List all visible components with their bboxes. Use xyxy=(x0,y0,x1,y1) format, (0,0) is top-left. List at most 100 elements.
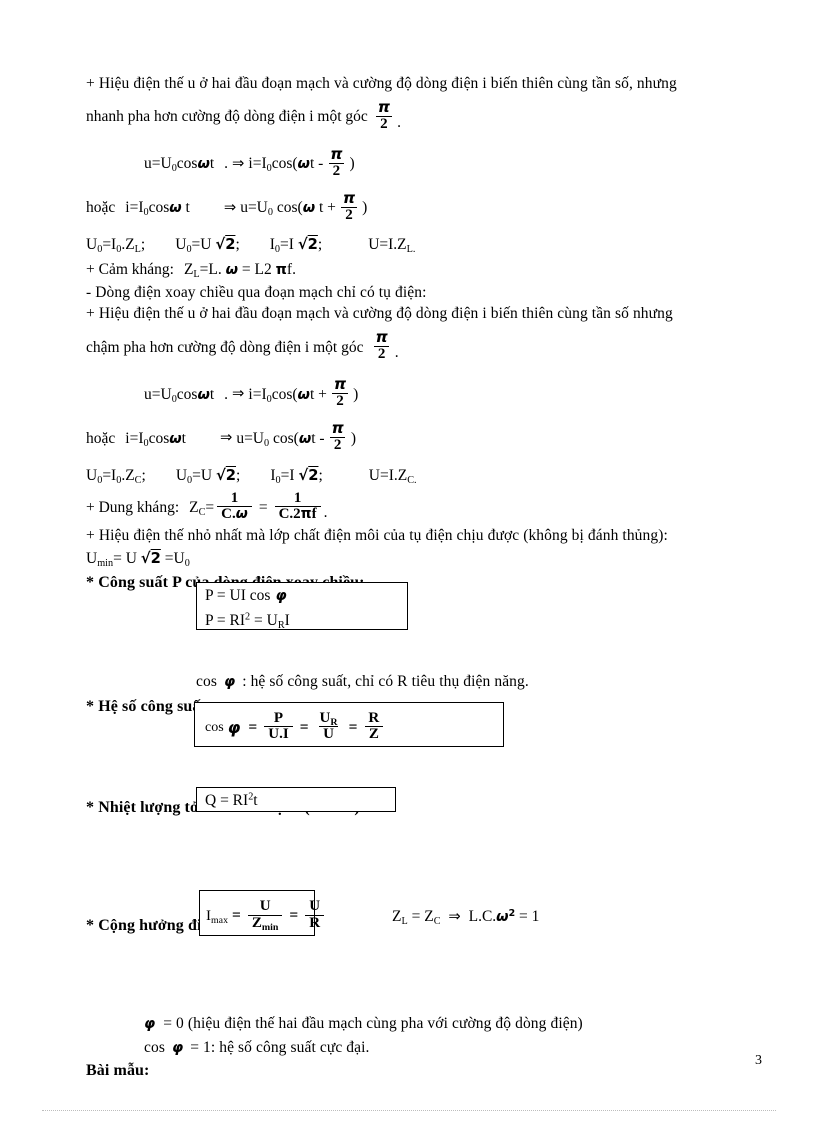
fraction-numerator: UR xyxy=(319,709,338,728)
resonance-note-1: φ = 0 (hiệu điện thế hai đầu mạch cùng p… xyxy=(86,1014,762,1034)
power-formula-line-1: P = UI cos φ xyxy=(197,583,407,608)
heat-formula-box: Q = RI2t xyxy=(196,787,396,812)
power-formula-box-wrap: P = UI cos φ P = RI2 = URI xyxy=(196,582,408,630)
inductor-intro-line2-text: nhanh pha hơn cường độ dòng điện i một g… xyxy=(86,108,368,126)
fraction-denominator: C.2πf xyxy=(274,505,321,522)
resonance-note-2-text: = 1: hệ số công suất cực đại. xyxy=(190,1039,370,1057)
inductor-intro-line1: + Hiệu điện thế u ở hai đầu đoạn mạch và… xyxy=(86,75,677,92)
inductor-intro-line2: nhanh pha hơn cường độ dòng điện i một g… xyxy=(86,99,762,134)
fraction-numerator: P xyxy=(273,709,284,726)
fraction-denominator: R xyxy=(305,914,325,931)
resonance-note-2: cos φ = 1: hệ số công suất cực đại. xyxy=(86,1038,762,1058)
phi-symbol: φ xyxy=(227,718,241,737)
implies-arrow-icon: ⇒ xyxy=(223,198,237,216)
relation-u0-u-sqrt2: U0=U √2; xyxy=(175,466,241,486)
page-content: + Hiệu điện thế u ở hai đầu đoạn mạch và… xyxy=(86,74,762,1083)
power-factor-formula: cos φ = P U.I = UR U = R Z xyxy=(195,703,503,752)
phi-symbol: φ xyxy=(223,674,236,691)
power-formula-line-1-text: P = UI cos xyxy=(205,586,271,604)
power-note-prefix: cos xyxy=(196,673,217,691)
fraction-denominator: Zmin xyxy=(247,914,283,932)
heat-formula-line: Q = RI2t xyxy=(197,788,395,813)
phi-symbol: φ xyxy=(171,1040,184,1057)
ur-over-u-fraction: UR U xyxy=(316,709,342,743)
inductor-equation-1: u=U0cosωt . ⇒ i=I0cos(ωt - π 2 ) xyxy=(86,146,762,182)
fraction-denominator: 2 xyxy=(376,115,392,132)
power-formula-line-2-text: P = RI2 = URI xyxy=(205,611,290,631)
equals-sign: = xyxy=(348,718,358,736)
phi-symbol: φ xyxy=(275,587,287,604)
power-factor-lhs: cos xyxy=(205,719,224,735)
inductor-eq2-right: u=U0 cos(ω t + xyxy=(240,199,336,219)
pi-over-two-fraction: π 2 xyxy=(339,189,359,223)
capacitor-eq1-right: i=I0cos(ωt + xyxy=(248,385,327,405)
phi-symbol: φ xyxy=(144,1015,156,1032)
fraction-denominator: C.ω xyxy=(217,505,252,522)
fraction-numerator: 1 xyxy=(230,489,239,506)
inductor-eq1-left: u=U0cosωt xyxy=(144,155,215,175)
one-over-c-omega-fraction: 1 C.ω xyxy=(217,489,252,523)
resonance-condition-zl-zc: ZL = ZC xyxy=(392,908,441,927)
resonance-box-wrap: Imax = U Zmin = U R xyxy=(199,890,325,936)
inductive-reactance-line: + Cảm kháng: ZL=L. ω = L2 πf. xyxy=(86,259,762,281)
capacitive-reactance-label: + Dung kháng: xyxy=(86,498,180,516)
capacitor-intro-line2: chậm pha hơn cường độ dòng điện i một gó… xyxy=(86,330,762,364)
power-factor-box-wrap: cos φ = P U.I = UR U = R Z xyxy=(194,702,504,747)
inductor-intro-line2-period: . xyxy=(397,113,401,131)
capacitive-reactance-period: . xyxy=(323,503,328,521)
resonance-condition: ZL = ZC ⇒ L.C.ω2 = 1 xyxy=(392,908,539,926)
capacitor-equation-1: u=U0cosωt . ⇒ i=I0cos(ωt + π 2 ) xyxy=(86,376,762,412)
inductive-reactance-label: + Cảm kháng: xyxy=(86,261,174,279)
u-over-r-fraction: U R xyxy=(305,898,325,931)
relation-u-i-zl: U=I.ZL. xyxy=(368,236,416,256)
fraction-denominator: 2 xyxy=(332,393,348,409)
power-factor-box: cos φ = P U.I = UR U = R Z xyxy=(194,702,504,747)
capacitor-intro-line1: + Hiệu điện thế u ở hai đầu đoạn mạch và… xyxy=(86,305,673,323)
implies-arrow-icon: ⇒ xyxy=(448,908,461,925)
resonance-formula-box: Imax = U Zmin = U R xyxy=(199,890,325,936)
resonance-condition-result: L.C.ω2 = 1 xyxy=(468,908,540,925)
page-number: 3 xyxy=(755,1053,762,1068)
capacitor-equation-2: hoặc i=I0cosωt ⇒ u=U0 cos(ωt - π 2 ) xyxy=(86,420,762,456)
pi-over-two-fraction: π 2 xyxy=(326,146,346,179)
power-note-suffix: : hệ số công suất, chỉ có R tiêu thụ điệ… xyxy=(242,673,529,691)
relation-u-i-zc: U=I.ZC. xyxy=(368,466,417,486)
fraction-numerator: π xyxy=(333,375,347,394)
equals-sign: = xyxy=(232,907,241,924)
u-over-zmin-fraction: U Zmin xyxy=(247,898,283,932)
capacitor-intro-line2-period: . xyxy=(394,343,399,361)
relation-u0-i0-zc: U0=I0.ZC; xyxy=(86,466,146,486)
equals-sign: = xyxy=(248,718,258,736)
pi-over-two-fraction: π 2 xyxy=(371,330,391,362)
fraction-numerator: R xyxy=(368,709,380,726)
fraction-numerator: π xyxy=(342,189,356,208)
inductor-relations: U0=I0.ZL; U0=U √2; I0=I √2; U=I.ZL. xyxy=(86,234,762,256)
sample-problem-heading: Bài mẫu: xyxy=(86,1062,150,1080)
inductor-eq2-close-paren: ) xyxy=(362,199,368,217)
umin-formula: Umin= U √2 =U0 xyxy=(86,549,190,569)
fraction-numerator: π xyxy=(331,419,344,438)
equals-sign: = xyxy=(258,498,268,516)
equals-sign: = xyxy=(289,907,299,924)
fraction-denominator: U.I xyxy=(264,726,293,742)
capacitor-eq2-label: hoặc xyxy=(86,429,116,447)
capacitive-reactance-lhs: ZC= xyxy=(189,498,215,518)
relation-u0-i0-zl: U0=I0.ZL; xyxy=(86,236,146,256)
umin-formula-line: Umin= U √2 =U0 xyxy=(86,548,762,570)
capacitor-eq2-right: u=U0 cos(ωt - xyxy=(236,429,325,449)
pi-over-two-fraction: π 2 xyxy=(328,421,348,453)
equals-sign: = xyxy=(299,718,309,736)
relation-i0-i-sqrt2: I0=I √2; xyxy=(270,466,323,486)
umin-description-line: + Hiệu điện thế nhỏ nhất mà lớp chất điệ… xyxy=(86,527,668,545)
power-formula-box: P = UI cos φ P = RI2 = URI xyxy=(196,582,408,630)
implies-arrow-icon: ⇒ xyxy=(219,429,233,447)
heat-formula-text: Q = RI2t xyxy=(205,791,258,809)
fraction-numerator: U xyxy=(259,898,271,915)
power-heading: * Công suất P của dòng điện xoay chiều: xyxy=(86,573,365,591)
capacitor-heading: - Dòng điện xoay chiều qua đoạn mạch chỉ… xyxy=(86,284,427,302)
heat-box-spacer xyxy=(86,820,762,854)
fraction-numerator: U xyxy=(309,898,321,915)
inductor-eq2-left: i=I0cosω t xyxy=(125,199,190,219)
fraction-denominator: 2 xyxy=(329,437,346,453)
fraction-denominator: 2 xyxy=(373,346,390,362)
